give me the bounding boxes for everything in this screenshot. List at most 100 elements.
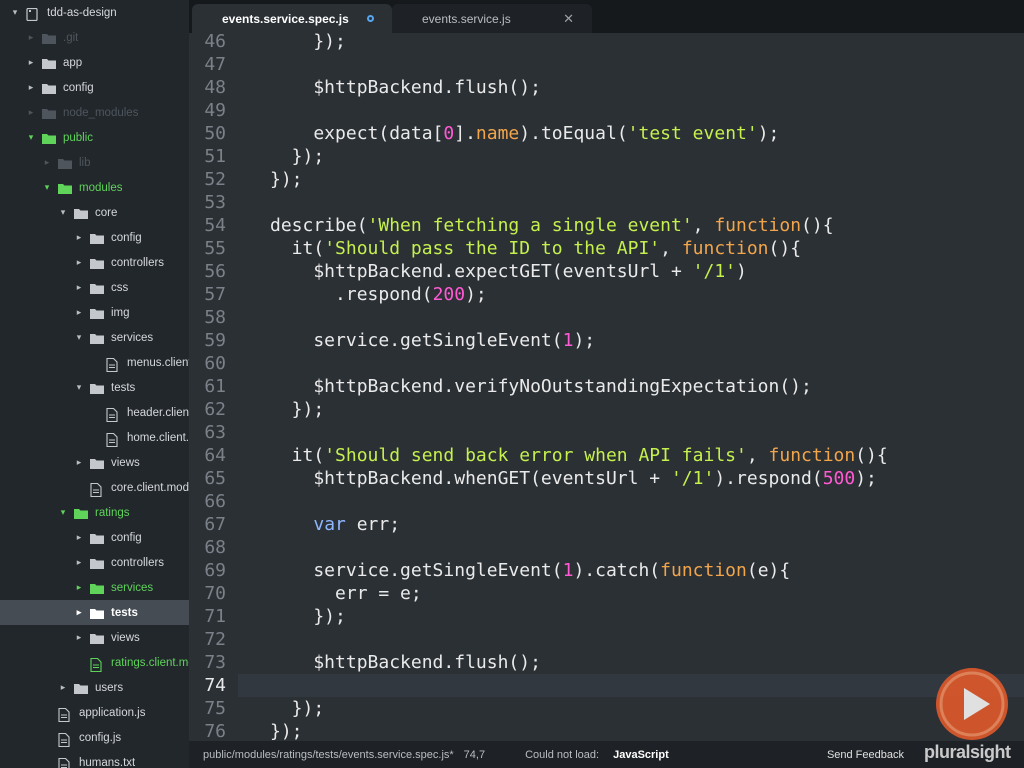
file-icon (106, 407, 120, 422)
code-line[interactable]: $httpBackend.flush(); (270, 76, 541, 99)
chevron-right-icon[interactable]: ▸ (72, 232, 86, 243)
chevron-right-icon[interactable]: ▸ (40, 157, 54, 168)
tree-folder-item[interactable]: ▸ img (0, 300, 189, 325)
code-token-plain: describe( (270, 215, 368, 236)
tree-file-item[interactable]: ratings.client.module.js (0, 650, 189, 675)
tree-folder-item[interactable]: ▸ config (0, 525, 189, 550)
chevron-right-icon[interactable]: ▸ (72, 632, 86, 643)
code-line[interactable]: $httpBackend.flush(); (270, 651, 541, 674)
tree-folder-item[interactable]: ▸ lib (0, 150, 189, 175)
code-token-plain: }); (270, 399, 325, 420)
code-line[interactable]: service.getSingleEvent(1).catch(function… (270, 559, 790, 582)
chevron-down-icon[interactable]: ▾ (24, 132, 38, 143)
code-editor[interactable]: 46 47 48 49 50 51 52 53 54 55 56 57 58 59 60 61 62 63 64 65… (189, 33, 1024, 741)
chevron-right-icon[interactable]: ▸ (24, 32, 38, 43)
chevron-down-icon[interactable]: ▾ (8, 7, 22, 18)
tree-item-label: home.client.controller.test.js (127, 431, 189, 444)
tab-events-service-spec[interactable]: events.service.spec.js (192, 4, 392, 33)
code-line[interactable]: }); (270, 697, 325, 720)
tree-folder-item[interactable]: ▾ ratings (0, 500, 189, 525)
code-line[interactable]: $httpBackend.expectGET(eventsUrl + '/1') (270, 260, 747, 283)
code-line[interactable]: .respond(200); (270, 283, 487, 306)
code-line[interactable]: }); (270, 33, 346, 53)
chevron-down-icon[interactable]: ▾ (72, 332, 86, 343)
chevron-right-icon[interactable]: ▸ (56, 682, 70, 693)
tree-file-item[interactable]: config.js (0, 725, 189, 750)
line-number: 62 (204, 399, 226, 420)
send-feedback-link[interactable]: Send Feedback (827, 749, 904, 761)
close-icon[interactable]: ✕ (563, 11, 574, 27)
tree-folder-item[interactable]: ▸ controllers (0, 250, 189, 275)
code-line[interactable]: describe('When fetching a single event',… (270, 214, 834, 237)
code-token-plain: ).respond( (714, 468, 823, 489)
code-line[interactable]: $httpBackend.whenGET(eventsUrl + '/1').r… (270, 467, 877, 490)
chevron-right-icon[interactable]: ▸ (24, 82, 38, 93)
tree-folder-item[interactable]: ▸ tests (0, 600, 189, 625)
code-token-fn: name (475, 123, 520, 144)
chevron-right-icon[interactable]: ▸ (24, 57, 38, 68)
tree-folder-item[interactable]: ▾ public (0, 125, 189, 150)
code-line[interactable]: }); (270, 145, 325, 168)
chevron-down-icon[interactable]: ▾ (56, 507, 70, 518)
chevron-right-icon[interactable]: ▸ (72, 282, 86, 293)
chevron-right-icon[interactable]: ▸ (72, 257, 86, 268)
line-number: 46 (204, 33, 226, 52)
line-number: 57 (204, 284, 226, 305)
chevron-right-icon[interactable]: ▸ (72, 457, 86, 468)
tree-folder-item[interactable]: ▾ services (0, 325, 189, 350)
chevron-right-icon[interactable]: ▸ (72, 607, 86, 618)
line-number: 73 (204, 652, 226, 673)
chevron-right-icon[interactable]: ▸ (72, 582, 86, 593)
tab-events-service[interactable]: events.service.js ✕ (392, 4, 592, 33)
tree-folder-item[interactable]: ▸ views (0, 450, 189, 475)
code-line[interactable]: expect(data[0].name).toEqual('test event… (270, 122, 779, 145)
status-cursor-position[interactable]: 74,7 (464, 749, 485, 761)
tree-file-item[interactable]: core.client.module.js (0, 475, 189, 500)
current-line-highlight (189, 674, 1024, 697)
tree-folder-item[interactable]: ▸ services (0, 575, 189, 600)
tree-file-item[interactable]: application.js (0, 700, 189, 725)
code-line[interactable]: }); (270, 605, 346, 628)
tree-folder-item[interactable]: ▸ views (0, 625, 189, 650)
tree-folder-item[interactable]: ▸ users (0, 675, 189, 700)
code-line[interactable]: err = e; (270, 582, 422, 605)
chevron-right-icon[interactable]: ▸ (72, 557, 86, 568)
tree-folder-item[interactable]: ▾ core (0, 200, 189, 225)
tree-folder-item[interactable]: ▸ .git (0, 25, 189, 50)
status-language[interactable]: JavaScript (613, 749, 669, 761)
tree-folder-item[interactable]: ▾ modules (0, 175, 189, 200)
tree-file-item[interactable]: menus.client.services.js (0, 350, 189, 375)
tree-folder-item[interactable]: ▸ node_modules (0, 100, 189, 125)
chevron-right-icon[interactable]: ▸ (72, 307, 86, 318)
tree-folder-item[interactable]: ▸ controllers (0, 550, 189, 575)
line-number: 67 (204, 514, 226, 535)
chevron-right-icon[interactable]: ▸ (24, 107, 38, 118)
tree-file-item[interactable]: home.client.controller.test.js (0, 425, 189, 450)
code-token-str: 'When fetching a single event' (367, 215, 693, 236)
tree-folder-item[interactable]: ▸ config (0, 75, 189, 100)
tree-folder-item[interactable]: ▾ tests (0, 375, 189, 400)
code-line[interactable]: }); (270, 720, 303, 741)
tree-folder-item[interactable]: ▸ app (0, 50, 189, 75)
code-line[interactable]: }); (270, 168, 303, 191)
tree-folder-item[interactable]: ▸ css (0, 275, 189, 300)
tree-file-item[interactable]: header.client.controller.test.js (0, 400, 189, 425)
chevron-down-icon[interactable]: ▾ (56, 207, 70, 218)
modified-dot-icon[interactable] (367, 15, 374, 22)
code-line[interactable]: var err; (270, 513, 400, 536)
code-line[interactable]: }); (270, 398, 325, 421)
code-token-plain: }); (270, 721, 303, 741)
code-line[interactable]: service.getSingleEvent(1); (270, 329, 595, 352)
code-line[interactable]: it('Should pass the ID to the API', func… (270, 237, 801, 260)
chevron-down-icon[interactable]: ▾ (72, 382, 86, 393)
tree-file-item[interactable]: humans.txt (0, 750, 189, 768)
code-line[interactable]: $httpBackend.verifyNoOutstandingExpectat… (270, 375, 812, 398)
tree-item-label: header.client.controller.test.js (127, 406, 189, 419)
code-line[interactable]: it('Should send back error when API fail… (270, 444, 888, 467)
folder-icon (90, 233, 104, 244)
status-file-path[interactable]: public/modules/ratings/tests/events.serv… (203, 749, 454, 761)
tree-folder-item[interactable]: ▸ config (0, 225, 189, 250)
chevron-down-icon[interactable]: ▾ (40, 182, 54, 193)
tree-folder-item[interactable]: ▾ tdd-as-design (0, 0, 189, 25)
chevron-right-icon[interactable]: ▸ (72, 532, 86, 543)
